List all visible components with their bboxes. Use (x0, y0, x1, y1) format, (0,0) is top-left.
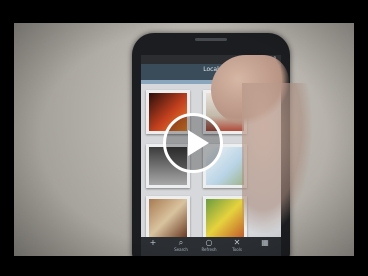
phone-bottom-nav: + ⌕ Search ○ Refresh ✕ Tools ▦ (141, 237, 281, 256)
video-player[interactable]: 10:21 Local + ⌕Search ○Refresh ✕Tools ▦ (0, 0, 368, 276)
photo-cartoon (206, 199, 244, 237)
nav-plus-icon: + (149, 238, 157, 247)
nav-tools-icon: ✕ Tools (232, 238, 242, 253)
gallery-thumbnail (203, 196, 247, 240)
hand-palm (242, 83, 312, 233)
play-icon (188, 130, 209, 156)
gallery-thumbnail (146, 196, 190, 240)
photo-food (149, 199, 187, 237)
play-button[interactable] (163, 113, 223, 173)
nav-search-icon: ⌕ Search (174, 238, 188, 253)
nav-grid-icon: ▦ (261, 238, 269, 247)
phone-speaker (195, 38, 227, 41)
nav-refresh-icon: ○ Refresh (201, 238, 217, 253)
